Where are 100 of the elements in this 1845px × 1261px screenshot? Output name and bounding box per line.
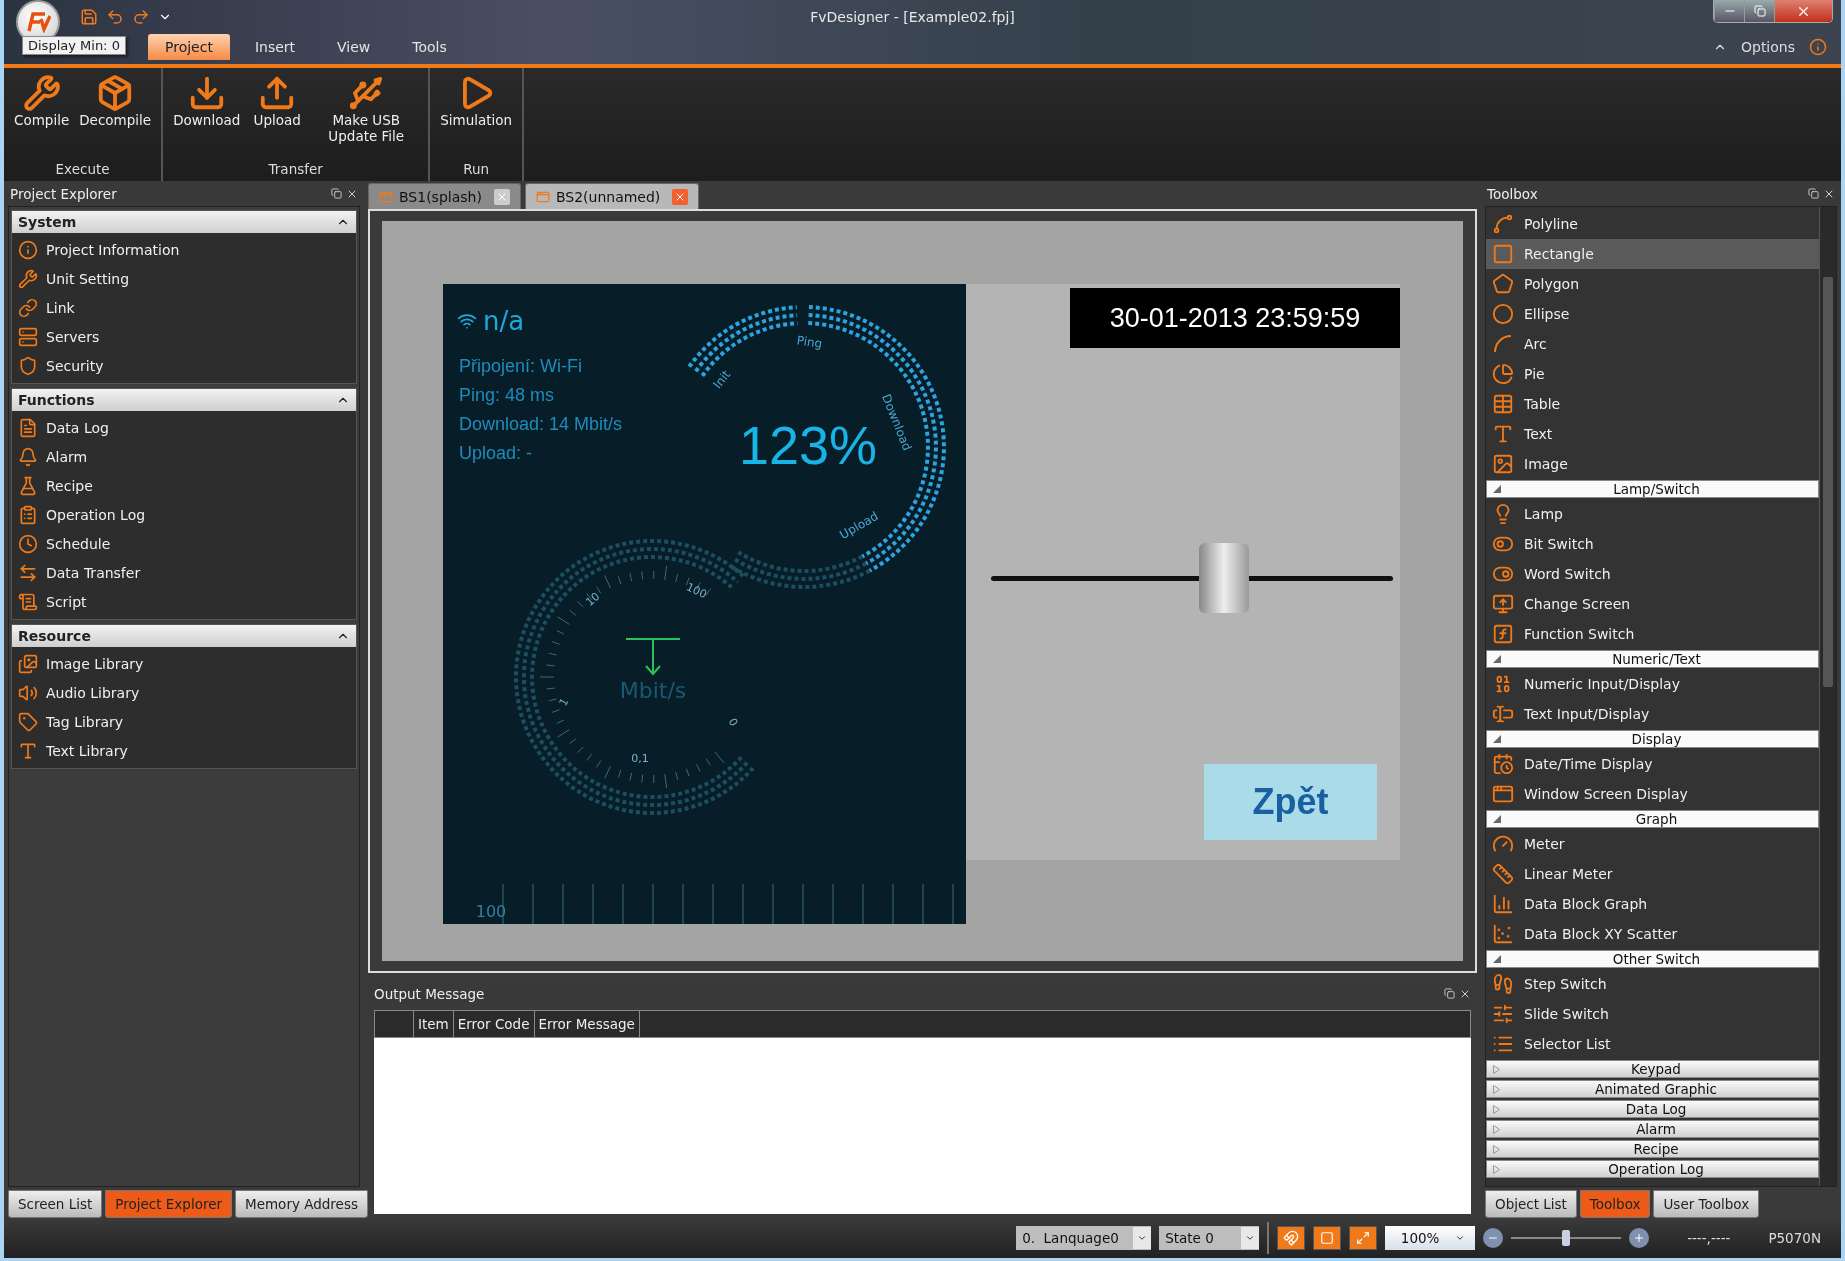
toolbox-item[interactable]: Numeric Input/Display	[1486, 669, 1819, 699]
ribbon-button[interactable]: Compile	[10, 72, 74, 130]
category-header[interactable]: Graph	[1486, 810, 1819, 828]
panel-tab[interactable]: Memory Address	[235, 1190, 368, 1218]
section-header[interactable]: Resource	[12, 625, 356, 647]
save-icon[interactable]	[80, 8, 98, 26]
explorer-item[interactable]: Data Log	[12, 413, 356, 442]
category-header[interactable]: Numeric/Text	[1486, 650, 1819, 668]
toolbox-item[interactable]: Word Switch	[1486, 559, 1819, 589]
ribbon-button[interactable]: Make USB Update File	[310, 72, 423, 146]
explorer-item[interactable]: Text Library	[12, 736, 356, 765]
options-link[interactable]: Options	[1740, 39, 1795, 55]
actual-size-button[interactable]	[1313, 1226, 1342, 1250]
explorer-item[interactable]: Script	[12, 587, 356, 616]
info-icon[interactable]	[1809, 38, 1827, 56]
toolbox-item[interactable]: Polygon	[1486, 269, 1819, 299]
panel-tab[interactable]: Toolbox	[1579, 1190, 1651, 1218]
restore-button[interactable]	[1744, 0, 1774, 22]
toolbox-item[interactable]: Text Input/Display	[1486, 699, 1819, 729]
explorer-item[interactable]: Servers	[12, 322, 356, 351]
category-header[interactable]: Alarm	[1486, 1120, 1819, 1138]
category-header[interactable]: Recipe	[1486, 1140, 1819, 1158]
explorer-item[interactable]: Recipe	[12, 471, 356, 500]
float-icon[interactable]	[1808, 187, 1819, 199]
section-header[interactable]: Functions	[12, 389, 356, 411]
menu-tab[interactable]: Tools	[395, 34, 464, 60]
zoom-out-button[interactable]	[1483, 1228, 1504, 1248]
panel-tab[interactable]: User Toolbox	[1653, 1190, 1760, 1218]
ribbon-button[interactable]: Download	[169, 72, 245, 130]
category-header[interactable]: Animated Graphic	[1486, 1080, 1819, 1098]
fit-button[interactable]	[1349, 1226, 1378, 1250]
explorer-item[interactable]: Operation Log	[12, 500, 356, 529]
slider-thumb[interactable]	[1199, 543, 1250, 613]
explorer-item[interactable]: Security	[12, 351, 356, 380]
toolbox-item[interactable]: Data Block Graph	[1486, 889, 1819, 919]
category-header[interactable]: Other Switch	[1486, 950, 1819, 968]
toolbox-item[interactable]: Window Screen Display	[1486, 779, 1819, 809]
toolbox-item[interactable]: Polyline	[1486, 209, 1819, 239]
language-select[interactable]: 0. Lanquage0	[1016, 1226, 1152, 1250]
toolbox-item[interactable]: Bit Switch	[1486, 529, 1819, 559]
explorer-item[interactable]: Image Library	[12, 649, 356, 678]
zoom-thumb[interactable]	[1562, 1230, 1571, 1246]
explorer-item[interactable]: Data Transfer	[12, 558, 356, 587]
explorer-item[interactable]: Tag Library	[12, 707, 356, 736]
toolbox-item[interactable]: Meter	[1486, 829, 1819, 859]
tab-close-button[interactable]	[493, 188, 510, 205]
undo-icon[interactable]	[106, 8, 124, 26]
menu-tab[interactable]: View	[320, 34, 388, 60]
explorer-item[interactable]: Alarm	[12, 442, 356, 471]
ribbon-button[interactable]: Upload	[246, 72, 309, 130]
category-header[interactable]: Lamp/Switch	[1486, 480, 1819, 498]
toolbox-item[interactable]: Date/Time Display	[1486, 749, 1819, 779]
explorer-item[interactable]: Schedule	[12, 529, 356, 558]
explorer-item[interactable]: Unit Setting	[12, 264, 356, 293]
toolbox-item[interactable]: Step Switch	[1486, 969, 1819, 999]
toolbox-item[interactable]: Table	[1486, 389, 1819, 419]
document-tab[interactable]: BS2(unnamed)	[524, 183, 700, 209]
panel-tab[interactable]: Object List	[1485, 1190, 1577, 1218]
explorer-item[interactable]: Audio Library	[12, 678, 356, 707]
section-header[interactable]: System	[12, 211, 356, 233]
float-icon[interactable]	[1444, 987, 1455, 999]
toolbox-item[interactable]: Function Switch	[1486, 619, 1819, 649]
toolbox-item[interactable]: Arc	[1486, 329, 1819, 359]
state-select[interactable]: State 0	[1159, 1226, 1260, 1250]
ribbon-button[interactable]: Decompile	[75, 72, 156, 130]
tab-close-button[interactable]	[672, 188, 689, 205]
menu-tab[interactable]: Insert	[237, 34, 313, 60]
toolbox-item[interactable]: Text	[1486, 419, 1819, 449]
menu-tab[interactable]: Project	[148, 34, 230, 60]
magnet-button[interactable]	[1277, 1226, 1306, 1250]
toolbox-item[interactable]: Selector List	[1486, 1029, 1819, 1059]
slider[interactable]	[991, 543, 1393, 613]
zoom-slider[interactable]	[1511, 1230, 1622, 1246]
float-icon[interactable]	[331, 187, 342, 199]
minimize-button[interactable]	[1714, 0, 1744, 22]
zoom-select[interactable]: 100%	[1385, 1226, 1476, 1250]
scrollbar[interactable]	[1819, 207, 1836, 1186]
back-button[interactable]: Zpět	[1204, 764, 1377, 840]
toolbox-item[interactable]: Image	[1486, 449, 1819, 479]
ribbon-button[interactable]: Simulation	[436, 72, 517, 130]
explorer-item[interactable]: Link	[12, 293, 356, 322]
toolbox-item[interactable]: Slide Switch	[1486, 999, 1819, 1029]
close-button[interactable]	[1774, 0, 1832, 22]
category-header[interactable]: Operation Log	[1486, 1160, 1819, 1178]
panel-tab[interactable]: Screen List	[8, 1190, 103, 1218]
redo-icon[interactable]	[132, 8, 150, 26]
category-header[interactable]: Display	[1486, 730, 1819, 748]
toolbox-item[interactable]: Ellipse	[1486, 299, 1819, 329]
toolbox-item[interactable]: Change Screen	[1486, 589, 1819, 619]
explorer-item[interactable]: Project Information	[12, 235, 356, 264]
toolbox-item[interactable]: Pie	[1486, 359, 1819, 389]
zoom-in-button[interactable]	[1629, 1228, 1650, 1248]
document-tab[interactable]: BS1(splash)	[368, 183, 521, 209]
toolbox-item[interactable]: Lamp	[1486, 499, 1819, 529]
category-header[interactable]: Keypad	[1486, 1060, 1819, 1078]
panel-tab[interactable]: Project Explorer	[105, 1190, 232, 1218]
category-header[interactable]: Data Log	[1486, 1100, 1819, 1118]
toolbox-item[interactable]: Rectangle	[1486, 239, 1819, 269]
toolbox-item[interactable]: Data Block XY Scatter	[1486, 919, 1819, 949]
toolbox-item[interactable]: Linear Meter	[1486, 859, 1819, 889]
